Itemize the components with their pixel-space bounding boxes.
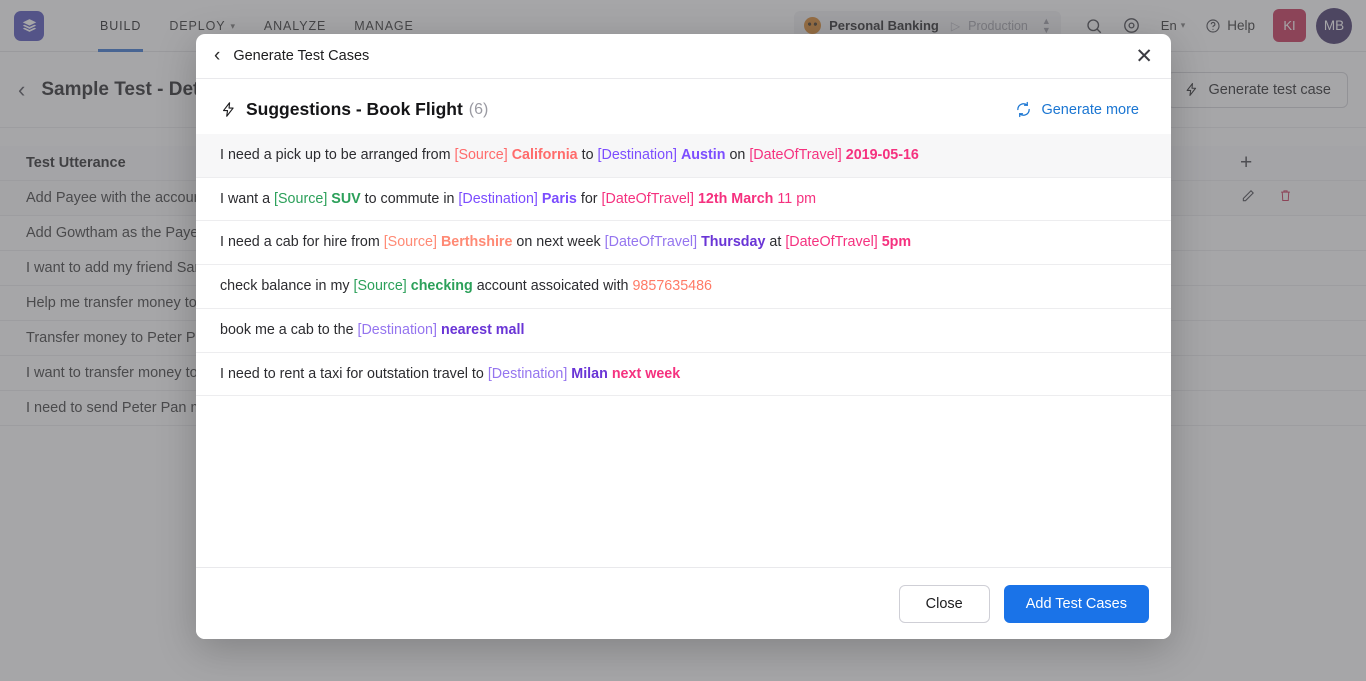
suggestion-row[interactable]: I want a [Source] SUV to commute in [Des… (196, 178, 1171, 222)
entity-tag: [DateOfTravel] (604, 234, 698, 251)
entity-value: Berthshire (440, 234, 513, 251)
suggestions-count: (6) (468, 100, 489, 118)
suggestion-row[interactable]: I need a pick up to be arranged from [So… (196, 134, 1171, 178)
entity-value: next week (611, 365, 681, 382)
utterance-text: account assoicated with (472, 278, 633, 295)
suggestions-header: Suggestions - Book Flight (6) Generate m… (196, 79, 1171, 134)
suggestions-list: I need a pick up to be arranged from [So… (196, 134, 1171, 567)
entity-value: California (511, 147, 578, 163)
utterance-text: I need a pick up to be arranged from (220, 147, 455, 163)
entity-tag: [DateOfTravel] (601, 190, 694, 207)
entity-tag: [DateOfTravel] (785, 234, 878, 251)
utterance-text: on (725, 147, 750, 163)
entity-value: 5pm (881, 234, 912, 251)
generate-test-cases-dialog: ‹ Generate Test Cases ✕ Suggestions - Bo… (196, 34, 1171, 639)
lightning-bolt-icon (220, 101, 237, 118)
suggestion-row[interactable]: book me a cab to the [Destination] neare… (196, 309, 1171, 353)
dialog-header: ‹ Generate Test Cases ✕ (196, 34, 1171, 79)
utterance-text: to commute in (360, 190, 459, 207)
entity-tag: [Source] (383, 234, 437, 251)
utterance-text: on next week (512, 234, 605, 251)
utterance-text: I want a (220, 190, 275, 207)
generate-more-label: Generate more (1041, 101, 1139, 118)
suggestion-row[interactable]: I need a cab for hire from [Source] Bert… (196, 221, 1171, 266)
entity-value: checking (410, 278, 473, 295)
suggestions-title: Suggestions - Book Flight (246, 99, 463, 119)
entity-tag: [Source] (274, 190, 328, 207)
entity-value: 2019-05-16 (845, 147, 919, 163)
add-test-cases-button[interactable]: Add Test Cases (1003, 584, 1149, 623)
entity-value: Paris (541, 190, 577, 207)
entity-tag: [Source] (454, 147, 508, 163)
entity-value: nearest mall (440, 321, 525, 338)
dialog-footer: Close Add Test Cases (196, 567, 1171, 639)
entity-value: 12th March (697, 190, 774, 207)
entity-value: Thursday (701, 234, 766, 251)
entity-tag: [DateOfTravel] (749, 147, 842, 163)
entity-tag: [Destination] (597, 147, 677, 163)
utterance-text: check balance in my (220, 278, 354, 295)
entity-tag: [Destination] (357, 321, 437, 338)
entity-value-plain: 11 pm (777, 190, 817, 207)
entity-tag: [Destination] (487, 365, 568, 382)
utterance-text: for (576, 190, 602, 207)
entity-value: Austin (680, 147, 726, 163)
entity-value: Milan (571, 365, 608, 382)
utterance-text: at (765, 234, 786, 251)
entity-value-plain: 9857635486 (632, 278, 712, 295)
utterance-text: book me a cab to the (220, 321, 358, 338)
chevron-left-icon[interactable]: ‹ (214, 45, 220, 67)
entity-tag: [Source] (353, 278, 407, 295)
utterance-text: I need to rent a taxi for outstation tra… (220, 365, 488, 382)
entity-tag: [Destination] (458, 190, 538, 207)
entity-value: SUV (331, 190, 361, 207)
close-button[interactable]: Close (898, 584, 990, 623)
dialog-title: Generate Test Cases (233, 48, 370, 64)
generate-more-button[interactable]: Generate more (1015, 101, 1139, 118)
suggestion-row[interactable]: I need to rent a taxi for outstation tra… (196, 353, 1171, 397)
suggestion-row[interactable]: check balance in my [Source] checking ac… (196, 265, 1171, 309)
utterance-text: I need a cab for hire from (220, 234, 384, 251)
close-x-icon[interactable]: ✕ (1135, 46, 1153, 67)
refresh-circular-arrows-icon (1017, 101, 1031, 118)
utterance-text: to (577, 147, 598, 163)
